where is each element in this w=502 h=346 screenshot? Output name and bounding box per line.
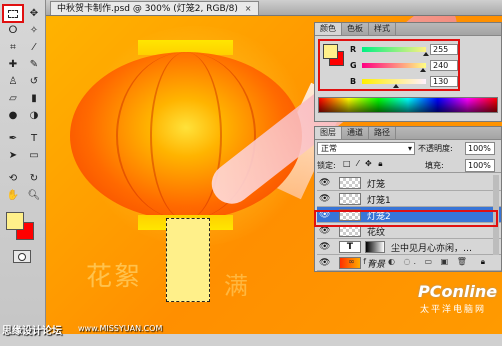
tab-swatches[interactable]: 色板 (342, 23, 369, 35)
rgb-sliders-highlight: R 255 G 240 B 130 (318, 39, 460, 91)
seal-text: 满 (224, 272, 248, 300)
layers-panel: 图层 通道 路径 正常 不透明度: 100% 锁定: □ ⁄ ✥ 🔒︎ 填充: … (314, 126, 502, 272)
fill-field[interactable]: 100% (465, 159, 495, 172)
g-value-field[interactable]: 240 (430, 60, 458, 71)
tab-styles[interactable]: 样式 (369, 23, 396, 35)
eye-icon[interactable]: 👁︎ (319, 193, 331, 205)
magic-wand-icon[interactable]: ✧ (25, 23, 43, 38)
document-tab[interactable]: 中秋贺卡制作.psd @ 300% (灯笼2, RGB/8) × (50, 1, 259, 15)
toolbox: ✥ ⵔ ✧ ⌗ ⁄ ✚ ✎ ♙ ↺ ▱ ▮ ● ◑ ✒ T ➤ ▭ ⟲ ↻ ✋ 🔍︎ (0, 0, 46, 346)
watermark-right-sub: 太平洋电脑网 (420, 305, 487, 315)
layer-name: 尘中见月心亦闲，… (391, 244, 473, 254)
path-select-icon[interactable]: ➤ (4, 148, 22, 163)
eye-icon[interactable]: 👁︎ (319, 241, 331, 253)
healing-brush-icon[interactable]: ✚ (4, 57, 22, 72)
r-value-field[interactable]: 255 (430, 44, 458, 55)
layer-row[interactable]: 👁︎ 花纹 (317, 223, 501, 239)
g-slider[interactable] (362, 63, 426, 68)
type-icon[interactable]: T (25, 131, 43, 146)
rect-marquee-icon[interactable] (2, 4, 24, 23)
layer-row[interactable]: 👁︎ 灯笼1 (317, 191, 501, 207)
color-spectrum[interactable] (318, 97, 498, 113)
eraser-icon[interactable]: ▱ (4, 91, 22, 106)
history-brush-icon[interactable]: ↺ (25, 74, 43, 89)
channel-label: B (350, 77, 357, 86)
tab-layers[interactable]: 图层 (315, 127, 342, 139)
layer-row[interactable]: 👁︎ T 尘中见月心亦闲，… (317, 239, 501, 255)
color-panel-foreground-swatch[interactable] (323, 44, 338, 59)
layer-name: 灯笼 (367, 180, 386, 190)
tab-color[interactable]: 颜色 (315, 23, 342, 35)
3d-orbit-icon[interactable]: ↻ (25, 171, 43, 186)
eyedropper-icon[interactable]: ⁄ (25, 40, 43, 55)
r-slider-thumb[interactable] (423, 52, 429, 56)
layer-thumbnail (339, 209, 361, 221)
g-slider-thumb[interactable] (420, 68, 426, 72)
hand-icon[interactable]: ✋ (4, 188, 22, 203)
watermark-right: PConline (418, 282, 498, 301)
blend-mode-select[interactable]: 正常 (317, 142, 415, 155)
status-bar (0, 334, 502, 346)
opacity-label: 不透明度: (418, 144, 453, 153)
layer-row-selected[interactable]: 👁︎ 灯笼2 (317, 207, 501, 223)
layer-mask-thumbnail (365, 241, 385, 253)
layer-name: 灯笼1 (367, 196, 391, 206)
brush-icon[interactable]: ✎ (25, 57, 43, 72)
document-title: 中秋贺卡制作.psd @ 300% (灯笼2, RGB/8) (57, 4, 238, 14)
lock-label: 锁定: (317, 161, 336, 170)
scrollbar[interactable] (493, 175, 499, 255)
document-tab-bar: 中秋贺卡制作.psd @ 300% (灯笼2, RGB/8) × (46, 0, 502, 16)
lock-icons[interactable]: □ ⁄ ✥ 🔒︎ (343, 159, 384, 169)
layer-name: 花纹 (367, 228, 386, 238)
watermark-left-url: www.MISSYUAN.COM (78, 324, 163, 333)
close-icon[interactable]: × (245, 4, 252, 13)
lantern-rib (150, 52, 222, 220)
quick-mask-icon (18, 252, 26, 261)
layer-thumbnail (339, 193, 361, 205)
seal-text: 花絮 (86, 262, 143, 292)
b-value-field[interactable]: 130 (430, 76, 458, 87)
3d-rotate-icon[interactable]: ⟲ (4, 171, 22, 186)
marquee-glyph (8, 9, 18, 18)
color-panel-tabs: 颜色 色板 样式 (315, 23, 501, 36)
layer-name: 灯笼2 (367, 212, 391, 222)
blend-row: 正常 不透明度: 100% (317, 142, 501, 156)
shape-icon[interactable]: ▭ (25, 148, 43, 163)
layers-footer-icons[interactable]: ∞ fx. ◐ ◌. ▭ ▣ 🗑 (317, 257, 501, 270)
dodge-icon[interactable]: ◑ (25, 108, 43, 123)
crop-icon[interactable]: ⌗ (4, 40, 22, 55)
watermark-left: 思缘设计论坛 (2, 326, 62, 337)
layer-thumbnail (339, 225, 361, 237)
text-layer-icon: T (339, 241, 361, 253)
move-icon[interactable]: ✥ (25, 6, 43, 21)
fill-label: 填充: (425, 161, 444, 170)
lasso-icon[interactable]: ⵔ (4, 23, 22, 38)
eye-icon[interactable]: 👁︎ (319, 209, 331, 221)
channel-row-g: G 240 (350, 60, 458, 72)
foreground-color-swatch[interactable] (6, 212, 24, 230)
eye-icon[interactable]: 👁︎ (319, 225, 331, 237)
channel-row-b: B 130 (350, 76, 458, 88)
blur-icon[interactable]: ● (4, 108, 22, 123)
layer-thumbnail (339, 177, 361, 189)
marquee-selection[interactable] (166, 218, 210, 302)
channel-row-r: R 255 (350, 44, 458, 56)
b-slider-thumb[interactable] (393, 84, 399, 88)
clone-stamp-icon[interactable]: ♙ (4, 74, 22, 89)
r-slider[interactable] (362, 47, 426, 52)
color-panel: 颜色 色板 样式 R 255 G 240 B 130 (314, 22, 502, 122)
layers-panel-tabs: 图层 通道 路径 (315, 127, 501, 140)
opacity-field[interactable]: 100% (465, 142, 495, 155)
channel-label: R (350, 45, 357, 54)
tab-channels[interactable]: 通道 (342, 127, 369, 139)
gradient-icon[interactable]: ▮ (25, 91, 43, 106)
zoom-icon[interactable]: 🔍︎ (25, 188, 43, 203)
quick-mask-button[interactable] (13, 250, 31, 263)
lock-row: 锁定: □ ⁄ ✥ 🔒︎ 填充: 100% (317, 159, 501, 173)
layer-row[interactable]: 👁︎ 灯笼 (317, 175, 501, 191)
tab-paths[interactable]: 路径 (369, 127, 396, 139)
eye-icon[interactable]: 👁︎ (319, 177, 331, 189)
pen-icon[interactable]: ✒ (4, 131, 22, 146)
channel-label: G (350, 61, 357, 70)
